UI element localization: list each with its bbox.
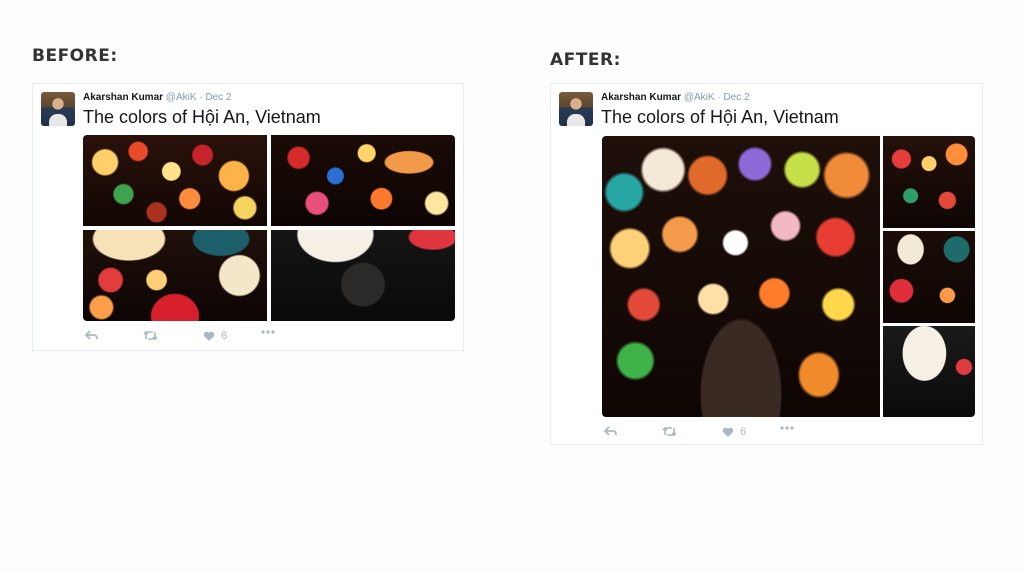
like-count: 6 bbox=[221, 330, 228, 342]
retweet-button[interactable] bbox=[143, 330, 158, 341]
photo-3[interactable] bbox=[83, 230, 267, 321]
more-button[interactable] bbox=[261, 330, 275, 334]
separator: · bbox=[717, 92, 721, 103]
reply-icon bbox=[85, 330, 98, 340]
retweet-icon bbox=[143, 330, 158, 341]
avatar[interactable] bbox=[559, 92, 593, 126]
tweet-text: The colors of Hội An, Vietnam bbox=[83, 107, 321, 127]
reply-icon bbox=[604, 426, 617, 436]
author-handle[interactable]: @AkiK bbox=[684, 92, 715, 103]
photo-1[interactable] bbox=[602, 136, 880, 417]
tweet-actions: 6 bbox=[83, 330, 283, 344]
more-icon bbox=[261, 330, 275, 334]
like-button[interactable]: 6 bbox=[203, 330, 227, 342]
photo-2[interactable] bbox=[271, 135, 455, 226]
heart-icon bbox=[203, 331, 215, 341]
heart-icon bbox=[722, 427, 734, 437]
author-name[interactable]: Akarshan Kumar bbox=[83, 92, 163, 103]
retweet-icon bbox=[662, 426, 677, 437]
tweet-header: Akarshan Kumar @AkiK · Dec 2 bbox=[83, 92, 232, 103]
photo-grid bbox=[83, 135, 455, 321]
photo-1[interactable] bbox=[83, 135, 267, 226]
like-button[interactable]: 6 bbox=[722, 426, 746, 438]
before-label: BEFORE: bbox=[32, 46, 118, 66]
more-icon bbox=[780, 426, 794, 430]
like-count: 6 bbox=[740, 426, 747, 438]
photo-grid bbox=[602, 136, 975, 417]
tweet-header: Akarshan Kumar @AkiK · Dec 2 bbox=[601, 92, 750, 103]
avatar[interactable] bbox=[41, 92, 75, 126]
photo-3[interactable] bbox=[883, 231, 975, 323]
photo-4[interactable] bbox=[271, 230, 455, 321]
reply-button[interactable] bbox=[85, 330, 98, 341]
retweet-button[interactable] bbox=[662, 426, 677, 437]
tweet-date[interactable]: Dec 2 bbox=[205, 92, 231, 103]
after-label: AFTER: bbox=[550, 50, 621, 70]
tweet-date[interactable]: Dec 2 bbox=[723, 92, 749, 103]
photo-4[interactable] bbox=[883, 326, 975, 417]
author-handle[interactable]: @AkiK bbox=[166, 92, 197, 103]
reply-button[interactable] bbox=[604, 426, 617, 437]
after-tweet-card[interactable]: Akarshan Kumar @AkiK · Dec 2 The colors … bbox=[550, 83, 983, 445]
more-button[interactable] bbox=[780, 426, 794, 430]
author-name[interactable]: Akarshan Kumar bbox=[601, 92, 681, 103]
tweet-actions: 6 bbox=[602, 426, 802, 440]
tweet-text: The colors of Hội An, Vietnam bbox=[601, 107, 839, 127]
separator: · bbox=[199, 92, 203, 103]
before-tweet-card[interactable]: Akarshan Kumar @AkiK · Dec 2 The colors … bbox=[32, 83, 464, 351]
photo-2[interactable] bbox=[883, 136, 975, 228]
